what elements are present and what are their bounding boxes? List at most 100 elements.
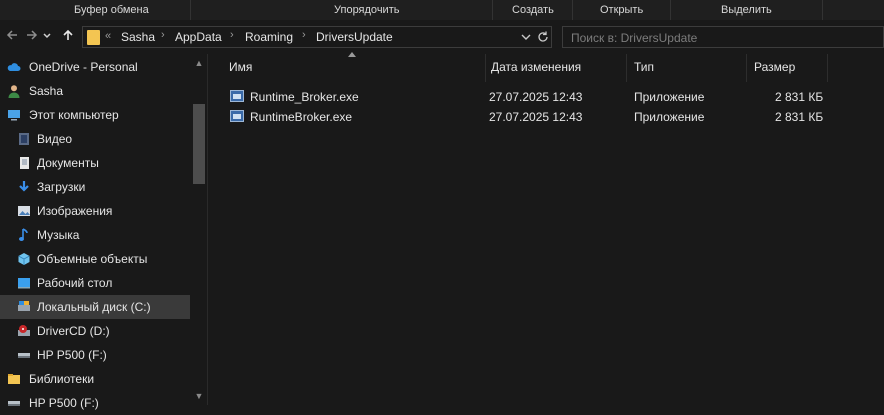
music-icon [19, 228, 28, 241]
ribbon-separator [670, 0, 671, 20]
column-header-size[interactable]: Размер [754, 60, 795, 74]
download-icon [19, 181, 29, 192]
sidebar-item-label: Изображения [37, 204, 113, 218]
ribbon-separator [822, 0, 823, 20]
sidebar-item-label: Музыка [37, 228, 80, 242]
file-type: Приложение [634, 90, 705, 104]
sidebar-item-label: Объемные объекты [37, 252, 148, 266]
document-icon [20, 157, 29, 169]
sidebar-item-label: DriverCD (D:) [37, 324, 110, 338]
sidebar-item-local-disk-c[interactable]: Локальный диск (C:) [0, 295, 190, 319]
scroll-up-button[interactable]: ▲ [193, 58, 205, 68]
sidebar-item-documents[interactable]: Документы [0, 151, 190, 175]
ribbon-group-organize: Упорядочить [334, 4, 400, 16]
sidebar-item-label: Библиотеки [29, 372, 95, 386]
sidebar-item-music[interactable]: Музыка [0, 223, 190, 247]
address-dropdown-button[interactable] [520, 30, 532, 47]
sidebar-item-label: Локальный диск (C:) [37, 300, 151, 314]
ribbon-group-select: Выделить [721, 4, 772, 16]
back-button[interactable] [2, 26, 22, 48]
chevron-right-icon[interactable]: › [230, 29, 234, 41]
sidebar-item-label: Загрузки [37, 180, 86, 194]
sidebar-item-label: HP P500 (F:) [37, 348, 107, 362]
usb-drive-icon [8, 401, 20, 406]
executable-icon [230, 90, 244, 102]
forward-button[interactable] [22, 26, 42, 48]
cloud-icon [7, 63, 21, 71]
chevron-down-icon [43, 33, 51, 39]
file-name: Runtime_Broker.exe [250, 90, 359, 104]
address-bar[interactable]: « Sasha › AppData › Roaming › DriversUpd… [82, 26, 552, 48]
video-icon [19, 133, 29, 145]
ribbon-separator [190, 0, 191, 20]
recent-locations-button[interactable] [40, 26, 54, 48]
sidebar-item-label: Видео [37, 132, 73, 146]
sidebar-item-pictures[interactable]: Изображения [0, 199, 190, 223]
sidebar-item-3d-objects[interactable]: Объемные объекты [0, 247, 190, 271]
sidebar-item-label: HP P500 (F:) [29, 396, 99, 410]
scrollbar-thumb[interactable] [193, 104, 205, 184]
sidebar-item-label: OneDrive - Personal [29, 60, 138, 74]
file-list: Имя Дата изменения Тип Размер Runtime_Br… [208, 54, 884, 405]
up-button[interactable] [58, 26, 78, 48]
ribbon-group-open: Открыть [600, 4, 644, 16]
usb-drive-icon [18, 353, 30, 358]
breadcrumb-overflow[interactable]: « [105, 30, 111, 42]
chevron-right-icon[interactable]: › [161, 29, 165, 41]
file-type: Приложение [634, 110, 705, 124]
column-header-type[interactable]: Тип [634, 60, 654, 74]
image-icon [18, 206, 30, 216]
sidebar-item-hp-p500-f[interactable]: HP P500 (F:) [0, 343, 190, 367]
sidebar-item-label: Документы [37, 156, 99, 170]
ribbon-group-clipboard: Буфер обмена [74, 4, 149, 16]
breadcrumb-driversupdate[interactable]: DriversUpdate [316, 30, 393, 44]
column-header-date[interactable]: Дата изменения [491, 60, 581, 74]
cube-icon [18, 253, 30, 265]
sidebar-item-label: Рабочий стол [37, 276, 113, 290]
sidebar-item-video[interactable]: Видео [0, 127, 190, 151]
search-input[interactable]: Поиск в: DriversUpdate [562, 26, 884, 48]
ribbon-separator [572, 0, 573, 20]
ribbon-group-new: Создать [512, 4, 554, 16]
sidebar-item-label: Этот компьютер [29, 108, 119, 122]
search-placeholder: Поиск в: DriversUpdate [571, 31, 698, 45]
executable-icon [230, 110, 244, 122]
file-date: 27.07.2025 12:43 [489, 90, 583, 104]
sidebar-item-hp-p500-f[interactable]: HP P500 (F:) [0, 391, 190, 415]
column-separator[interactable] [746, 54, 747, 82]
file-size: 2 831 КБ [775, 90, 824, 104]
sidebar-item-onedrive[interactable]: OneDrive - Personal [0, 55, 190, 79]
sidebar-item-libraries[interactable]: Библиотеки [0, 367, 190, 391]
file-size: 2 831 КБ [775, 110, 824, 124]
breadcrumb-sasha[interactable]: Sasha [121, 30, 155, 44]
file-date: 27.07.2025 12:43 [489, 110, 583, 124]
sidebar-item-downloads[interactable]: Загрузки [0, 175, 190, 199]
arrow-up-icon [63, 29, 73, 40]
chevron-down-icon [521, 34, 531, 40]
sidebar-item-drivercd-d[interactable]: DriverCD (D:) [0, 319, 190, 343]
column-separator[interactable] [626, 54, 627, 82]
breadcrumb-appdata[interactable]: AppData [175, 30, 222, 44]
column-header-name[interactable]: Имя [229, 60, 252, 74]
file-name: RuntimeBroker.exe [250, 110, 353, 124]
refresh-icon [538, 31, 548, 42]
column-separator[interactable] [827, 54, 828, 82]
sidebar-item-label: Sasha [29, 84, 64, 98]
user-icon [8, 85, 20, 98]
desktop-icon [18, 278, 30, 289]
column-separator[interactable] [485, 54, 486, 82]
ribbon-separator [492, 0, 493, 20]
scroll-down-button[interactable]: ▼ [193, 391, 205, 401]
breadcrumb-roaming[interactable]: Roaming [245, 30, 293, 44]
ribbon-group-labels: Буфер обмена Упорядочить Создать Открыть… [0, 0, 884, 21]
refresh-button[interactable] [536, 30, 550, 47]
table-row[interactable]: Runtime_Broker.exe 27.07.2025 12:43 Прил… [228, 87, 838, 107]
chevron-right-icon[interactable]: › [302, 29, 306, 41]
sidebar-item-desktop[interactable]: Рабочий стол [0, 271, 190, 295]
sidebar-item-this-pc[interactable]: Этот компьютер [0, 103, 190, 127]
sidebar-item-sasha[interactable]: Sasha [0, 79, 190, 103]
sort-ascending-icon [348, 52, 356, 57]
drive-icon [18, 301, 30, 311]
cd-drive-icon [18, 325, 30, 336]
table-row[interactable]: RuntimeBroker.exe 27.07.2025 12:43 Прило… [228, 107, 838, 127]
